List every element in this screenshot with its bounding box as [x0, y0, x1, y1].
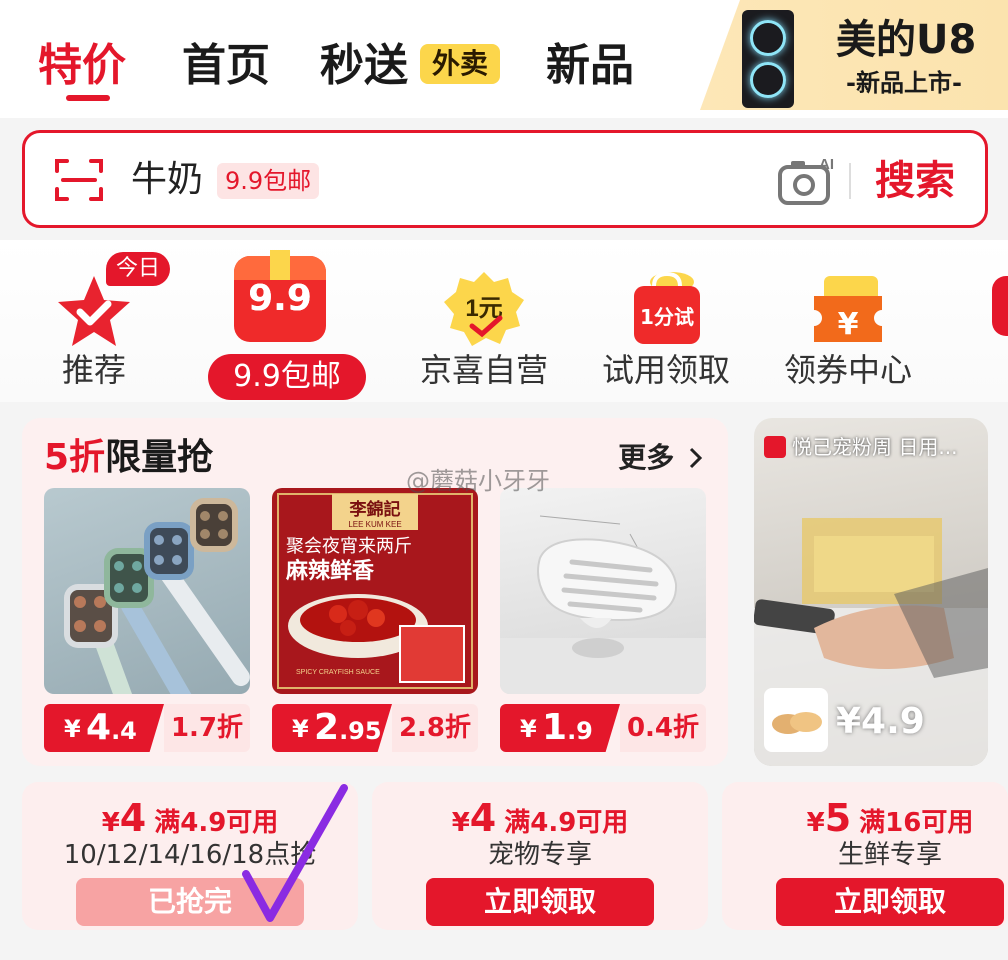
coupon-card: ¥4 满4.9可用 宠物专享 立即领取 — [372, 782, 708, 930]
speaker-product-image[interactable] — [742, 10, 794, 108]
top-nav: 特价 首页 秒送 外卖 新品 美的U8 -新品上市- — [0, 0, 1008, 118]
flash-sale-title: 5折限量抢 — [44, 437, 214, 478]
flash-sale-card: 5折限量抢 更多 ¥ 4.4 1.7折 李錦記 LEE KUM KEE 聚会夜宵… — [22, 418, 728, 766]
tab-new-products[interactable]: 新品 — [546, 38, 634, 94]
promo-title: 美的U8 — [836, 17, 977, 63]
category-coupon-center[interactable]: ¥ 领券中心 — [768, 240, 928, 402]
search-tag: 9.9包邮 — [217, 163, 320, 199]
purple-checkmark-annotation — [242, 784, 348, 922]
scan-icon[interactable] — [53, 155, 105, 205]
svg-text:1分试: 1分试 — [640, 305, 694, 329]
tab-home[interactable]: 首页 — [182, 38, 270, 94]
svg-text:聚会夜宵来两斤: 聚会夜宵来两斤 — [286, 536, 412, 557]
today-badge: 今日 — [106, 252, 171, 286]
category-jingxi-self[interactable]: 1元 京喜自营 — [404, 240, 564, 402]
claim-coupon-button[interactable]: 立即领取 — [776, 878, 1004, 926]
svg-text:SPICY CRAYFISH SAUCE: SPICY CRAYFISH SAUCE — [296, 669, 380, 676]
promo-subtitle: -新品上市- — [846, 69, 962, 97]
shopping-bag-icon: 1分试 — [634, 271, 700, 344]
more-link[interactable]: 更多 — [618, 438, 704, 478]
takeout-badge: 外卖 — [420, 44, 501, 84]
live-title: 悦己宠粉周 日用... — [792, 435, 958, 459]
svg-text:¥: ¥ — [838, 307, 859, 342]
svg-text:LEE KUM KEE: LEE KUM KEE — [348, 520, 401, 529]
search-input[interactable]: 牛奶 — [131, 157, 203, 203]
category-recommend[interactable]: 今日 推荐 — [14, 240, 174, 402]
tab-instant-delivery[interactable]: 秒送 — [320, 38, 408, 94]
search-button[interactable]: 搜索 — [875, 153, 955, 209]
discount-label: 2.8折 — [392, 704, 478, 752]
category-label: 京喜自营 — [419, 351, 548, 389]
svg-text:麻辣鲜香: 麻辣鲜香 — [285, 558, 374, 584]
category-label: 试用领取 — [601, 351, 730, 389]
watermark: @蘑菇小牙牙 — [406, 467, 550, 495]
live-header: 悦己宠粉周 日用... — [764, 430, 978, 464]
svg-text:李錦記: 李錦記 — [350, 499, 401, 520]
discount-label: 1.7折 — [164, 704, 250, 752]
price-tag: ¥ 2.95 2.8折 — [272, 704, 478, 752]
live-stream-card[interactable]: 悦己宠粉周 日用... ¥4.9 — [754, 418, 988, 766]
category-label: 推荐 — [61, 351, 126, 389]
camera-ai-icon[interactable]: AI — [777, 153, 835, 207]
category-9-9-free-shipping[interactable]: 9.9 9.9 9.9包邮 — [200, 240, 366, 402]
category-partial-icon[interactable] — [992, 276, 1008, 336]
product-image-crayfish-sauce[interactable]: 李錦記 LEE KUM KEE 聚会夜宵来两斤 麻辣鲜香 SPICY CRAYF… — [272, 488, 478, 694]
live-product-thumbnail[interactable] — [764, 688, 828, 752]
chevron-right-icon — [689, 447, 703, 469]
category-row: 今日 推荐 9.9 9.9 9.9包邮 1元 京喜自营 1分试 试用领取 ¥ 领… — [0, 240, 1008, 402]
price-tag: ¥ 4.4 1.7折 — [44, 704, 250, 752]
claim-coupon-button[interactable]: 立即领取 — [426, 878, 654, 926]
coupon-ticket-icon: ¥ — [814, 276, 882, 342]
product-image-soap-dish[interactable] — [500, 488, 706, 694]
search-bar[interactable]: 牛奶 9.9包邮 AI 搜索 — [22, 130, 988, 228]
category-label-active: 9.9包邮 — [208, 354, 366, 400]
svg-text:AI: AI — [819, 156, 834, 173]
category-label: 领券中心 — [783, 351, 912, 389]
discount-label: 0.4折 — [620, 704, 706, 752]
coupon-description: 宠物专享 — [487, 840, 592, 870]
tab-special-price[interactable]: 特价 — [38, 38, 126, 94]
product-image-toothbrush[interactable] — [44, 488, 250, 694]
category-trial[interactable]: 1分试 试用领取 — [586, 240, 746, 402]
coupon-description: 生鲜专享 — [837, 840, 942, 870]
coupon-card: ¥5 满16可用 生鲜专享 立即领取 — [722, 782, 1008, 930]
live-price: ¥4.9 — [836, 701, 925, 742]
active-tab-indicator — [66, 95, 110, 101]
search-divider — [849, 163, 851, 199]
coin-badge-icon: 1元 — [444, 272, 524, 346]
gift-box-label: 9.9 — [248, 278, 312, 319]
price-tag: ¥ 1.9 0.4折 — [500, 704, 706, 752]
live-icon — [764, 436, 786, 458]
